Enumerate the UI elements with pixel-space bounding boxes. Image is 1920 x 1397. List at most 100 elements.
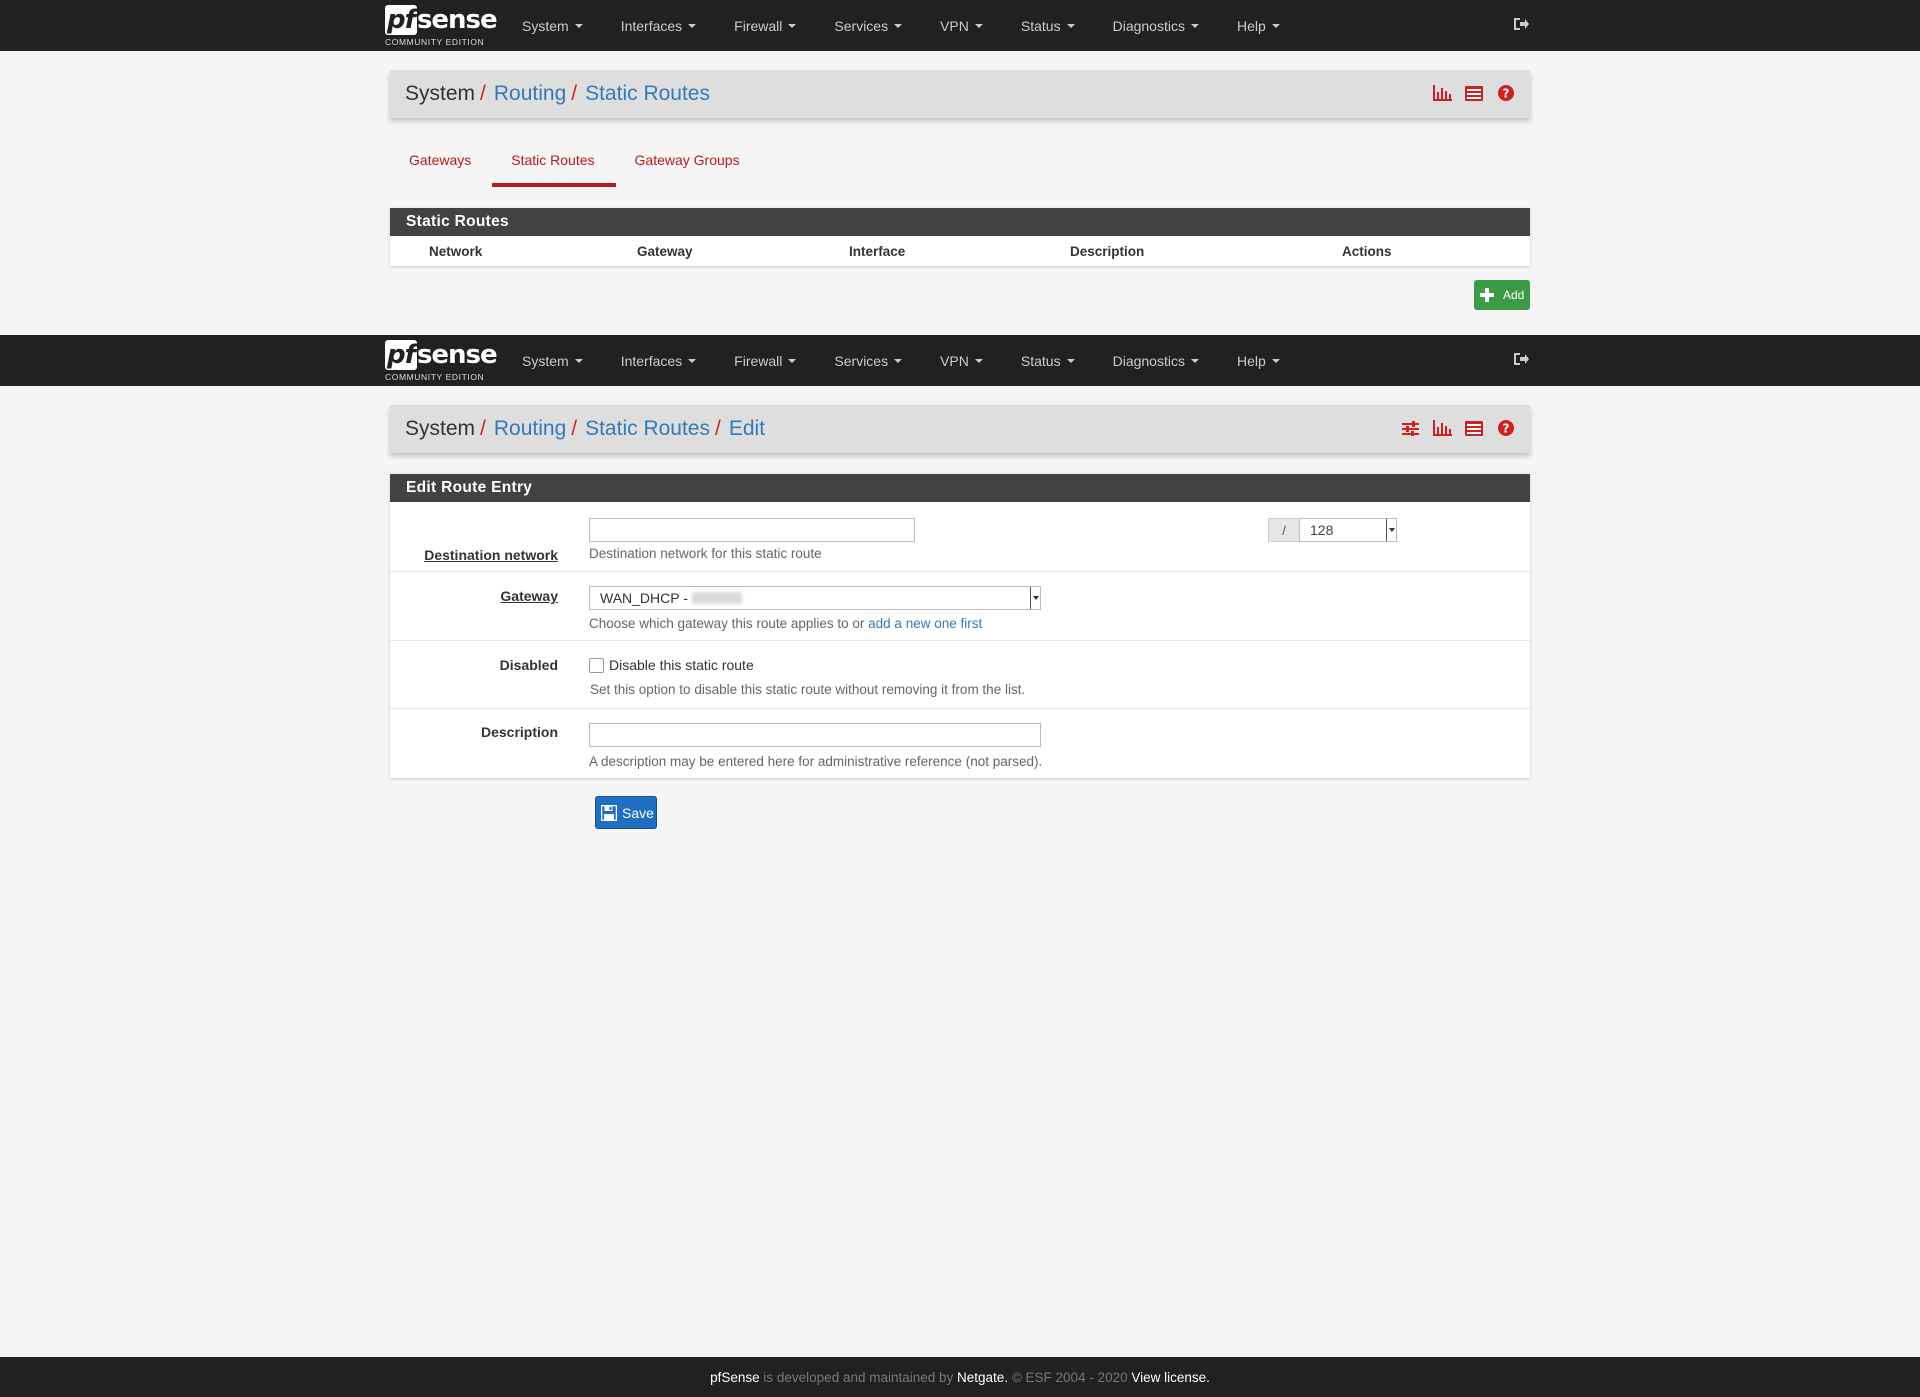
nav-diagnostics[interactable]: Diagnostics <box>1094 0 1218 51</box>
breadcrumb-system: System <box>405 82 476 105</box>
description-label: Description <box>480 724 558 740</box>
caret-down-icon <box>688 23 697 28</box>
sliders-icon[interactable] <box>1400 418 1420 438</box>
disable-route-checkbox[interactable] <box>589 658 604 673</box>
pfsense-logo[interactable]: pfsense COMMUNITY EDITION <box>385 338 498 383</box>
nav-label: Status <box>1020 17 1061 34</box>
edit-route-panel: Edit Route Entry Destination network / 1… <box>390 474 1530 778</box>
breadcrumb-separator: / <box>480 82 486 105</box>
column-header-description[interactable]: Description <box>1070 244 1144 259</box>
destination-network-help: Destination network for this static rout… <box>589 546 822 561</box>
logo-pf: pf <box>385 5 417 35</box>
sign-out-icon[interactable] <box>1512 15 1530 33</box>
nav-interfaces[interactable]: Interfaces <box>602 0 715 51</box>
routing-tabs: Gateways Static Routes Gateway Groups <box>390 140 761 188</box>
view-license-link[interactable]: View license. <box>1131 1370 1210 1385</box>
caret-down-icon <box>974 23 983 28</box>
column-header-interface[interactable]: Interface <box>849 244 905 259</box>
breadcrumb-edit[interactable]: Edit <box>729 417 765 440</box>
nav-label: Services <box>834 17 889 34</box>
gateway-select[interactable]: WAN_DHCP - <box>589 586 1041 610</box>
nav-services[interactable]: Services <box>815 0 921 51</box>
nav-services[interactable]: Services <box>815 335 921 386</box>
breadcrumb-separator: / <box>715 417 721 440</box>
nav-status[interactable]: Status <box>1002 0 1094 51</box>
nav-help[interactable]: Help <box>1218 0 1299 51</box>
nav-help[interactable]: Help <box>1218 335 1299 386</box>
panel-title: Static Routes <box>390 208 1530 236</box>
save-button-label: Save <box>622 804 654 821</box>
list-icon[interactable] <box>1464 418 1484 438</box>
disable-route-checkbox-label[interactable]: Disable this static route <box>609 657 754 673</box>
footer-product: pfSense <box>710 1369 760 1385</box>
gateway-selected-value: WAN_DHCP - <box>600 590 688 606</box>
list-icon[interactable] <box>1464 83 1484 103</box>
caret-down-icon <box>688 358 697 363</box>
nav-label: System <box>522 17 569 34</box>
sign-out-icon[interactable] <box>1512 350 1530 368</box>
breadcrumb-static-routes[interactable]: Static Routes <box>585 82 710 105</box>
floppy-disk-icon <box>601 804 617 821</box>
nav-label: VPN <box>940 17 969 34</box>
cidr-mask-select[interactable]: 128 <box>1299 518 1397 542</box>
cidr-mask-value: 128 <box>1310 522 1334 538</box>
save-button[interactable]: Save <box>595 796 657 829</box>
gateway-help-text: Choose which gateway this route applies … <box>589 616 869 631</box>
add-button[interactable]: Add <box>1474 280 1530 310</box>
nav-system[interactable]: System <box>503 0 602 51</box>
footer-copyright: © ESF 2004 - 2020 <box>1008 1369 1132 1385</box>
breadcrumb-routing[interactable]: Routing <box>494 417 566 440</box>
caret-down-icon <box>1271 23 1280 28</box>
description-input[interactable] <box>589 723 1041 747</box>
nav-firewall[interactable]: Firewall <box>715 0 815 51</box>
caret-down-icon <box>788 23 797 28</box>
redacted-ip <box>691 592 742 604</box>
nav-vpn[interactable]: VPN <box>921 335 1002 386</box>
breadcrumb-system: System <box>405 417 476 440</box>
footer-company-link[interactable]: Netgate. <box>957 1370 1008 1385</box>
nav-label: Diagnostics <box>1112 17 1185 34</box>
nav-firewall[interactable]: Firewall <box>715 335 815 386</box>
nav-diagnostics[interactable]: Diagnostics <box>1094 335 1218 386</box>
pfsense-logo[interactable]: pfsense COMMUNITY EDITION <box>385 3 498 48</box>
help-icon[interactable]: ? <box>1496 83 1516 103</box>
nav-system[interactable]: System <box>503 335 602 386</box>
nav-label: Help <box>1236 17 1266 34</box>
dropdown-arrow-icon <box>1030 587 1040 609</box>
add-gateway-link[interactable]: add a new one first <box>868 616 982 631</box>
nav-label: Diagnostics <box>1112 352 1185 369</box>
destination-network-row: Destination network / 128 Destination ne… <box>390 502 1530 572</box>
bar-chart-icon[interactable] <box>1432 418 1452 438</box>
nav-vpn[interactable]: VPN <box>921 0 1002 51</box>
edition-label: COMMUNITY EDITION <box>385 37 485 47</box>
top-navbar: pfsense COMMUNITY EDITION System Interfa… <box>0 0 1920 51</box>
bar-chart-icon[interactable] <box>1432 83 1452 103</box>
gateway-label: Gateway <box>500 588 558 604</box>
panel-title: Edit Route Entry <box>390 474 1530 502</box>
nav-interfaces[interactable]: Interfaces <box>602 335 715 386</box>
tab-static-routes[interactable]: Static Routes <box>492 140 616 187</box>
tab-gateways[interactable]: Gateways <box>390 140 492 186</box>
edit-page-title-bar: System / Routing / Static Routes / Edit ? <box>390 405 1530 453</box>
column-header-network[interactable]: Network <box>429 244 482 259</box>
caret-down-icon <box>788 358 797 363</box>
breadcrumb-routing[interactable]: Routing <box>494 82 566 105</box>
caret-down-icon <box>1190 23 1199 28</box>
nav-status[interactable]: Status <box>1002 335 1094 386</box>
destination-network-input[interactable] <box>589 518 915 542</box>
svg-text:?: ? <box>1503 422 1510 436</box>
column-header-gateway[interactable]: Gateway <box>637 244 693 259</box>
help-icon[interactable]: ? <box>1496 418 1516 438</box>
breadcrumb-separator: / <box>571 82 578 105</box>
cidr-separator: / <box>1268 518 1300 542</box>
logo-sense: sense <box>416 340 498 370</box>
breadcrumb-separator: / <box>480 417 486 440</box>
static-routes-panel: Static Routes Network Gateway Interface … <box>390 208 1530 266</box>
add-button-label: Add <box>1503 288 1525 302</box>
disabled-row: Disabled Disable this static route Set t… <box>390 641 1530 709</box>
breadcrumb-static-routes[interactable]: Static Routes <box>585 417 710 440</box>
nav-label: Status <box>1020 352 1061 369</box>
tab-gateway-groups[interactable]: Gateway Groups <box>616 140 761 186</box>
logo-sense: sense <box>416 5 498 35</box>
gateway-row: Gateway WAN_DHCP - Choose which gateway … <box>390 572 1530 641</box>
